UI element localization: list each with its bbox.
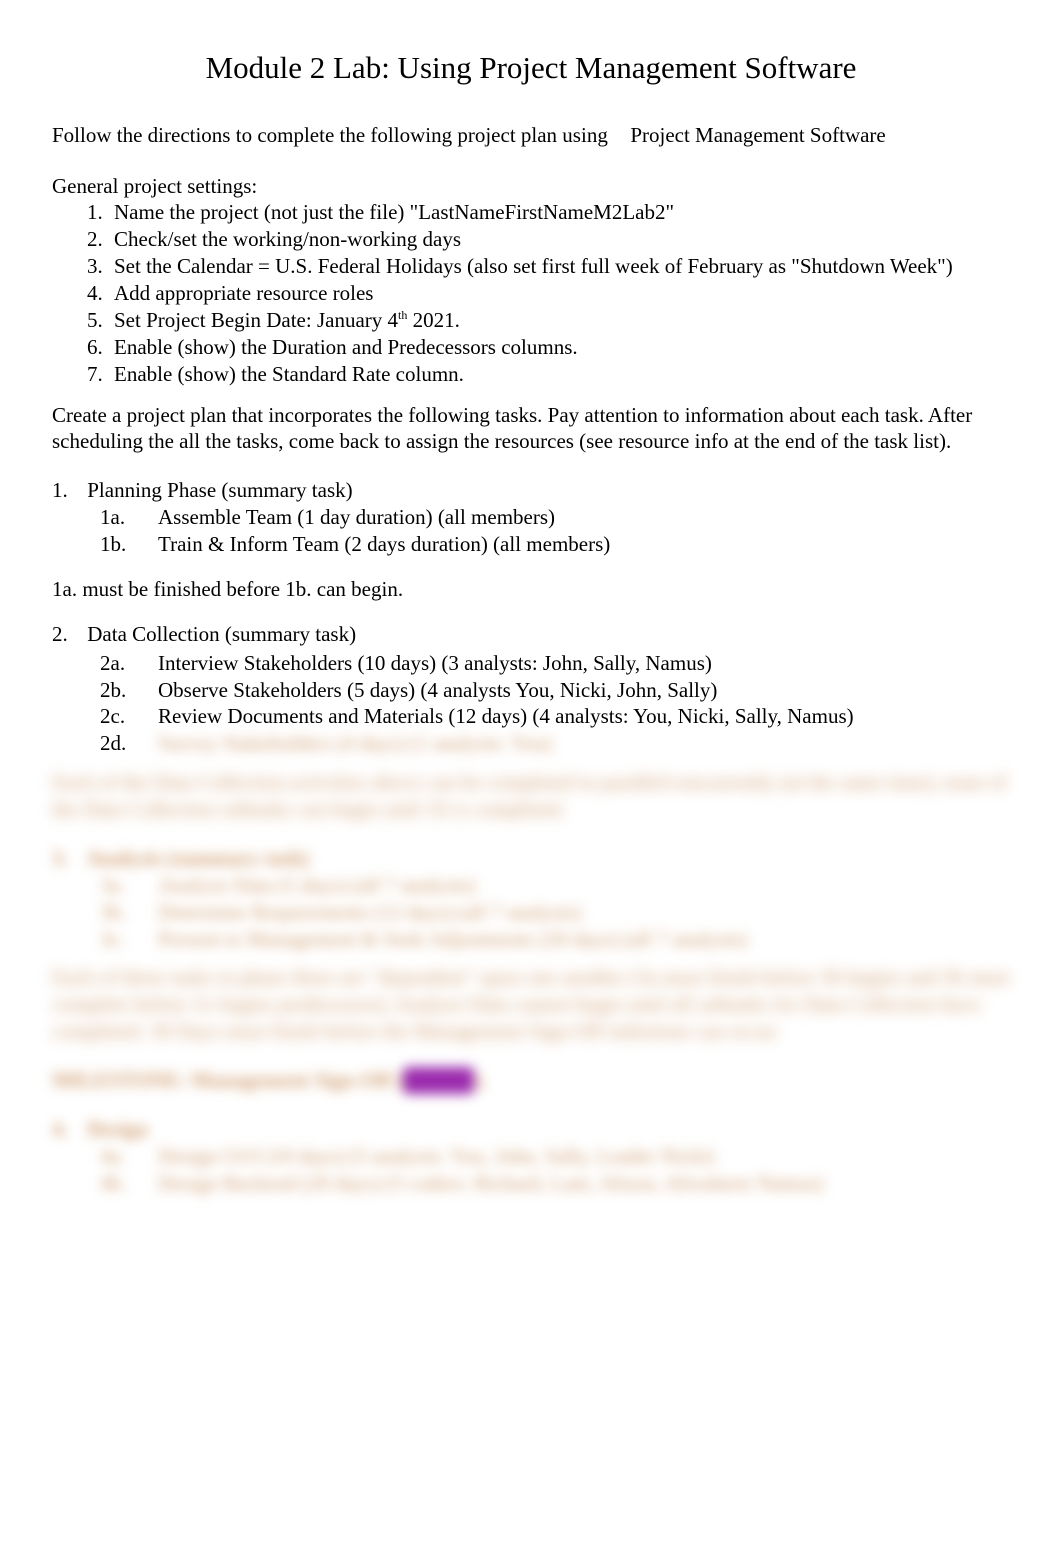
phase-2-subtasks: 2a.Interview Stakeholders (10 days) (3 a… xyxy=(100,650,854,758)
phase-1-heading: 1. Planning Phase (summary task) xyxy=(52,477,1010,504)
subtask-text: Present to Management & Seek Adjustments… xyxy=(158,926,747,953)
subtask-idx: 3c. xyxy=(100,926,158,953)
phase-3-title: Analysis (summary task) xyxy=(86,846,309,870)
subtask-idx: 3b. xyxy=(100,899,158,926)
phase-1-note: 1a. must be finished before 1b. can begi… xyxy=(52,576,1010,603)
subtask-idx: 4a. xyxy=(100,1143,158,1170)
subtask-row: 1a.Assemble Team (1 day duration) (all m… xyxy=(100,504,610,531)
phase-1-num: 1. xyxy=(52,477,82,504)
subtask-idx: 3a. xyxy=(100,872,158,899)
subtask-text: Observe Stakeholders (5 days) (4 analyst… xyxy=(158,677,854,704)
phase-3-subtasks-blurred: 3a.Analyze Data (5 days) (all 7 analysts… xyxy=(100,872,747,953)
setting-item-1: Name the project (not just the file) "La… xyxy=(108,199,1010,226)
subtask-text: Assemble Team (1 day duration) (all memb… xyxy=(158,504,610,531)
milestone-pill: xxxxxx xyxy=(403,1067,474,1094)
phase-4-num: 4. xyxy=(52,1116,82,1143)
subtask-row: 3c.Present to Management & Seek Adjustme… xyxy=(100,926,747,953)
setting-item-4: Add appropriate resource roles xyxy=(108,280,1010,307)
page-title: Module 2 Lab: Using Project Management S… xyxy=(52,48,1010,88)
subtask-text: Design GUI (10 days) (5 analysts: You, J… xyxy=(158,1143,823,1170)
subtask-row: 2c.Review Documents and Materials (12 da… xyxy=(100,703,854,730)
subtask-idx: 2b. xyxy=(100,677,158,704)
subtask-idx: 2a. xyxy=(100,650,158,677)
subtask-idx: 2d. xyxy=(100,730,158,757)
subtask-text: Review Documents and Materials (12 days)… xyxy=(158,703,854,730)
intro-paragraph: Follow the directions to complete the fo… xyxy=(52,122,1010,149)
setting-item-7: Enable (show) the Standard Rate column. xyxy=(108,361,1010,388)
phase-1-subtasks: 1a.Assemble Team (1 day duration) (all m… xyxy=(100,504,610,558)
setting-item-3: Set the Calendar = U.S. Federal Holidays… xyxy=(108,253,1010,280)
phase-2-title: Data Collection (summary task) xyxy=(87,622,356,646)
phase-1-title: Planning Phase (summary task) xyxy=(87,478,352,502)
subtask-text: Design Backend (20 days) (5 coders: Rich… xyxy=(158,1170,823,1197)
phase-4-subtasks-blurred: 4a.Design GUI (10 days) (5 analysts: You… xyxy=(100,1143,823,1197)
subtask-row: 3b.Determine Requirements (12 days) (all… xyxy=(100,899,747,926)
phase-3-heading-blurred: 3. Analysis (summary task) xyxy=(52,845,1010,872)
general-settings-list: Name the project (not just the file) "La… xyxy=(108,199,1010,387)
milestone-line-blurred: MILESTONE: Management Sign-Off (xxxxxx). xyxy=(52,1067,1010,1094)
phase-2-heading: 2. Data Collection (summary task) xyxy=(52,621,1010,648)
subtask-text: Determine Requirements (12 days) (all 7 … xyxy=(158,899,747,926)
subtask-text: Interview Stakeholders (10 days) (3 anal… xyxy=(158,650,854,677)
subtask-row: 2a.Interview Stakeholders (10 days) (3 a… xyxy=(100,650,854,677)
phase-3-num: 3. xyxy=(52,845,82,872)
milestone-suffix: ). xyxy=(474,1068,486,1092)
intro-suffix: Project Management Software xyxy=(630,123,885,147)
create-plan-paragraph: Create a project plan that incorporates … xyxy=(52,402,1010,456)
setting-item-5: Set Project Begin Date: January 4th 2021… xyxy=(108,307,1010,334)
subtask-idx: 1a. xyxy=(100,504,158,531)
subtask-row: 1b.Train & Inform Team (2 days duration)… xyxy=(100,531,610,558)
milestone-prefix: MILESTONE: Management Sign-Off ( xyxy=(52,1068,403,1092)
subtask-idx: 2c. xyxy=(100,703,158,730)
general-settings-label: General project settings: xyxy=(52,173,1010,200)
setting-item-2: Check/set the working/non-working days xyxy=(108,226,1010,253)
phase-2-note-blurred: Each of the Data Collection activities a… xyxy=(52,769,1010,823)
subtask-row: 4a.Design GUI (10 days) (5 analysts: You… xyxy=(100,1143,823,1170)
subtask-text: Analyze Data (5 days) (all 7 analysts) xyxy=(158,872,747,899)
subtask-text-blurred: Survey Stakeholders (4 days) (1 analysts… xyxy=(158,730,854,757)
subtask-row: 3a.Analyze Data (5 days) (all 7 analysts… xyxy=(100,872,747,899)
phase-2-num: 2. xyxy=(52,621,82,648)
subtask-row: 2b.Observe Stakeholders (5 days) (4 anal… xyxy=(100,677,854,704)
subtask-text: Train & Inform Team (2 days duration) (a… xyxy=(158,531,610,558)
phase-4-heading-blurred: 4. Design xyxy=(52,1116,1010,1143)
subtask-idx: 4b. xyxy=(100,1170,158,1197)
subtask-row: 4b.Design Backend (20 days) (5 coders: R… xyxy=(100,1170,823,1197)
intro-prefix: Follow the directions to complete the fo… xyxy=(52,123,608,147)
subtask-idx: 1b. xyxy=(100,531,158,558)
date-superscript: th xyxy=(398,308,407,322)
phase-4-title: Design xyxy=(87,1117,148,1141)
phase-3-note-blurred: Each of these tasks in phase three are "… xyxy=(52,964,1010,1045)
setting-item-6: Enable (show) the Duration and Predecess… xyxy=(108,334,1010,361)
subtask-row: 2d.Survey Stakeholders (4 days) (1 analy… xyxy=(100,730,854,757)
